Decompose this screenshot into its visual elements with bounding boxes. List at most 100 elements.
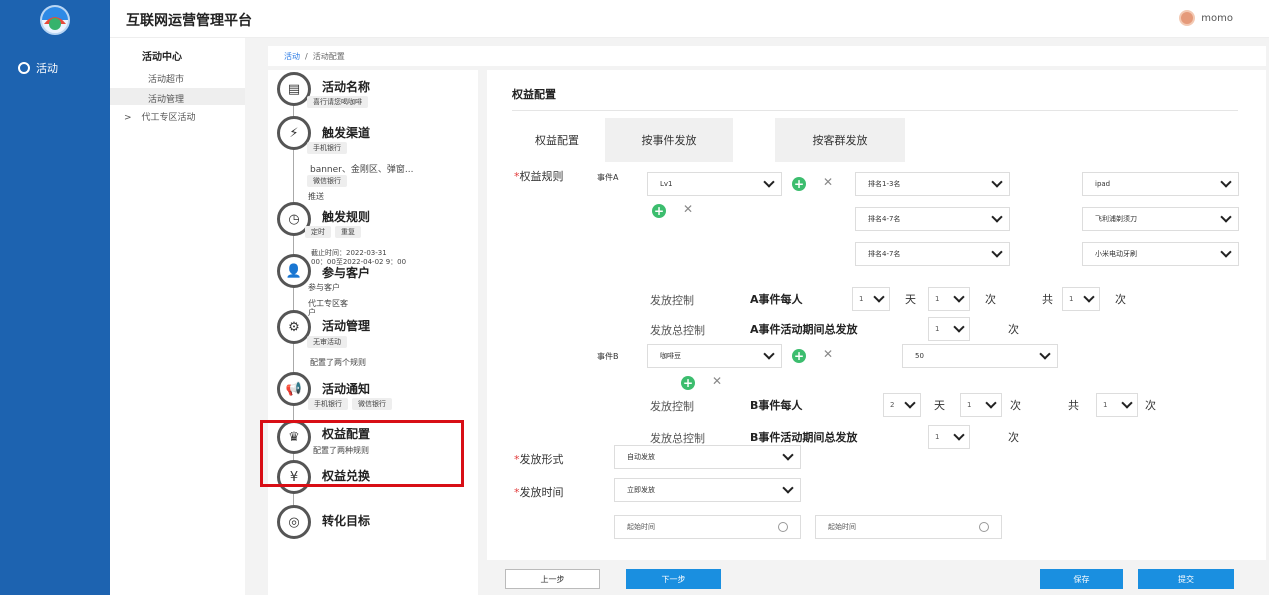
breadcrumb-root[interactable]: 活动: [284, 51, 300, 62]
clock-icon: [778, 522, 788, 532]
unit-times: 次: [1115, 293, 1126, 306]
step-title[interactable]: 触发渠道: [322, 124, 370, 141]
count-select[interactable]: 1: [1096, 393, 1138, 417]
chevron-down-icon: [1220, 245, 1232, 258]
step-title[interactable]: 转化目标: [322, 512, 370, 529]
count-select[interactable]: 1: [928, 287, 970, 311]
close-icon[interactable]: ✕: [823, 175, 833, 189]
chevron-down-icon: [873, 290, 885, 303]
unit-day: 天: [905, 293, 916, 306]
chevron-down-icon: [985, 396, 997, 409]
chevron-down-icon: [1220, 210, 1232, 223]
add-icon[interactable]: +: [681, 376, 695, 390]
chevron-down-icon: [782, 481, 794, 494]
rank-select[interactable]: 排名1-3名: [855, 172, 1010, 196]
add-icon[interactable]: +: [792, 177, 806, 191]
count-select[interactable]: 1: [928, 425, 970, 449]
user-menu[interactable]: momo: [1179, 10, 1233, 26]
chevron-down-icon: [904, 396, 916, 409]
breadcrumb: 活动 / 活动配置: [268, 46, 1266, 66]
chevron-down-icon: [991, 175, 1003, 188]
unit-times: 次: [1008, 323, 1019, 336]
form-select[interactable]: 自动发放: [614, 445, 801, 469]
chevron-down-icon: [991, 210, 1003, 223]
control-label: 发放控制: [650, 294, 694, 307]
next-button[interactable]: 下一步: [626, 569, 721, 589]
count-select[interactable]: 1: [1062, 287, 1100, 311]
sub-nav-item-market[interactable]: 活动超市: [148, 72, 184, 85]
nav-item-activity[interactable]: 活动: [0, 56, 110, 80]
sub-nav-item-label: 活动管理: [148, 95, 185, 105]
unit-total: 共: [1042, 293, 1053, 306]
total-control-text: A事件活动期间总发放: [750, 323, 858, 336]
unit-day: 天: [934, 399, 945, 412]
count-select[interactable]: 1: [852, 287, 890, 311]
close-icon[interactable]: ✕: [712, 374, 722, 388]
prize-select[interactable]: ipad: [1082, 172, 1239, 196]
chevron-down-icon: [953, 290, 965, 303]
step-title[interactable]: 参与客户: [322, 264, 370, 281]
highlight-box: [260, 420, 464, 487]
step-detail: 户: [308, 308, 316, 317]
prize-select[interactable]: 飞利浦剃须刀: [1082, 207, 1239, 231]
nav-item-label: 活动: [36, 62, 58, 75]
chevron-down-icon: [763, 175, 775, 188]
prize-select[interactable]: 小米电动牙刷: [1082, 242, 1239, 266]
rank-select[interactable]: 排名4-7名: [855, 242, 1010, 266]
step-title[interactable]: 活动通知: [322, 380, 370, 397]
unit-times: 次: [1008, 431, 1019, 444]
caret-right-icon: >: [124, 113, 132, 123]
step-detail: 定时 重复: [305, 226, 365, 238]
unit-times: 次: [1010, 399, 1021, 412]
step-title[interactable]: 活动管理: [322, 317, 370, 334]
primary-nav: 活动: [0, 48, 110, 595]
tab-by-segment[interactable]: 按客群发放: [775, 118, 905, 162]
total-control-label: 发放总控制: [650, 432, 705, 445]
sub-nav-item-manage[interactable]: 活动管理: [110, 88, 245, 105]
time-label: *发放时间: [514, 486, 564, 499]
step-title[interactable]: 活动名称: [322, 78, 370, 95]
control-text: A事件每人: [750, 293, 803, 306]
step-detail: 手机银行 微信银行: [308, 398, 396, 410]
step-detail: 喜行请您喝咖啡: [307, 96, 372, 108]
close-icon[interactable]: ✕: [823, 347, 833, 361]
step-detail: 微信银行: [307, 175, 351, 187]
end-time-input[interactable]: 起始时间: [815, 515, 1002, 539]
count-select[interactable]: 1: [960, 393, 1002, 417]
time-select[interactable]: 立即发放: [614, 478, 801, 502]
prev-button[interactable]: 上一步: [505, 569, 600, 589]
chevron-down-icon: [953, 320, 965, 333]
chevron-down-icon: [1121, 396, 1133, 409]
breadcrumb-separator: /: [305, 51, 308, 61]
submit-button[interactable]: 提交: [1138, 569, 1234, 589]
step-detail: 配置了两个规则: [310, 358, 366, 367]
control-label: 发放控制: [650, 400, 694, 413]
count-select[interactable]: 1: [928, 317, 970, 341]
step-detail: 参与客户: [308, 283, 340, 292]
logo-icon: [40, 5, 70, 35]
rank-select[interactable]: 排名4-7名: [855, 207, 1010, 231]
breadcrumb-current: 活动配置: [312, 51, 345, 61]
settings-icon: ⚙: [277, 310, 311, 344]
count-select[interactable]: 2: [883, 393, 921, 417]
step-detail: banner、金刚区、弹窗...: [310, 165, 414, 175]
chevron-down-icon: [782, 448, 794, 461]
add-icon[interactable]: +: [652, 204, 666, 218]
save-button[interactable]: 保存: [1040, 569, 1123, 589]
close-icon[interactable]: ✕: [683, 202, 693, 216]
tab-by-event[interactable]: 按事件发放: [605, 118, 733, 162]
sub-nav: 活动中心 活动超市 活动管理 > 代工专区活动: [110, 38, 245, 595]
tab-label: 权益配置: [535, 134, 579, 147]
start-time-input[interactable]: 起始时间: [614, 515, 801, 539]
quantity-select[interactable]: 50: [902, 344, 1058, 368]
add-icon[interactable]: +: [792, 349, 806, 363]
app-title: 互联网运营管理平台: [126, 13, 252, 29]
avatar: [1179, 10, 1196, 26]
control-text: B事件每人: [750, 399, 803, 412]
item-select[interactable]: 咖啡豆: [647, 344, 782, 368]
sub-nav-group-label: 代工专区活动: [141, 113, 196, 123]
top-bar: 互联网运营管理平台 momo: [110, 0, 1269, 38]
step-title[interactable]: 触发规则: [322, 208, 370, 225]
level-select[interactable]: Lv1: [647, 172, 782, 196]
sub-nav-group[interactable]: > 代工专区活动: [124, 110, 196, 123]
